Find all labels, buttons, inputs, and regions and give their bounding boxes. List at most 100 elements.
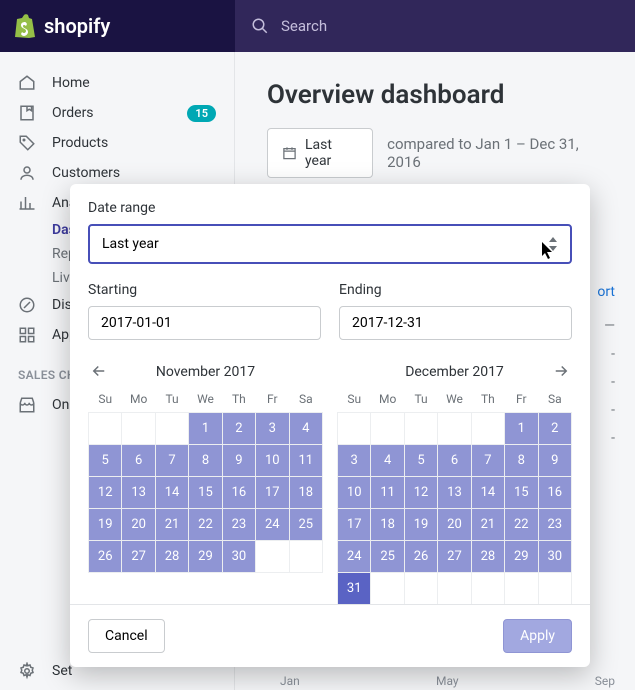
- calendar-day[interactable]: 7: [155, 445, 188, 477]
- nav-label: Customers: [52, 165, 120, 181]
- axis-tick: Sep: [595, 674, 615, 688]
- calendar-day[interactable]: 29: [505, 541, 538, 573]
- cancel-button[interactable]: Cancel: [88, 619, 165, 653]
- user-icon: [18, 164, 36, 182]
- calendar-day[interactable]: 19: [89, 509, 122, 541]
- calendar-day[interactable]: 9: [538, 445, 571, 477]
- date-range-label: Date range: [88, 200, 572, 216]
- calendar-day[interactable]: 20: [438, 509, 471, 541]
- sidebar-item-home[interactable]: Home: [0, 68, 234, 98]
- calendar-day[interactable]: 3: [256, 413, 289, 445]
- calendar-day[interactable]: 15: [505, 477, 538, 509]
- calendar-day[interactable]: 26: [89, 541, 122, 573]
- brand-text: shopify: [44, 14, 110, 38]
- calendar-day[interactable]: 21: [471, 509, 504, 541]
- calendar-day[interactable]: 30: [538, 541, 571, 573]
- calendar-day[interactable]: 17: [256, 477, 289, 509]
- calendar-left: November 2017 SuMoTuWeThFrSa123456789101…: [88, 358, 323, 604]
- search-input[interactable]: Search: [235, 0, 635, 52]
- calendar-day[interactable]: 2: [222, 413, 255, 445]
- gear-icon: [18, 662, 36, 680]
- calendar-day[interactable]: 22: [505, 509, 538, 541]
- calendar-day[interactable]: 28: [155, 541, 188, 573]
- nav-label: Home: [52, 75, 90, 91]
- calendar-day[interactable]: 12: [404, 477, 437, 509]
- calendar-day[interactable]: 10: [338, 477, 371, 509]
- calendar-day[interactable]: 24: [256, 509, 289, 541]
- search-placeholder: Search: [281, 17, 327, 35]
- prev-month-button[interactable]: [90, 362, 108, 384]
- calendar-day[interactable]: 15: [189, 477, 222, 509]
- calendar-day[interactable]: 11: [371, 477, 404, 509]
- view-report-link[interactable]: ort: [597, 284, 635, 300]
- calendar-day[interactable]: 5: [404, 445, 437, 477]
- calendar-day[interactable]: 9: [222, 445, 255, 477]
- calendar-day[interactable]: 20: [122, 509, 155, 541]
- calendar-day[interactable]: 16: [538, 477, 571, 509]
- calendar-day[interactable]: 25: [289, 509, 322, 541]
- calendar-title: November 2017: [156, 364, 255, 380]
- apply-button[interactable]: Apply: [503, 619, 572, 653]
- shopify-bag-icon: [14, 14, 36, 38]
- calendar-day[interactable]: 1: [505, 413, 538, 445]
- apps-icon: [18, 326, 36, 344]
- sidebar-item-products[interactable]: Products: [0, 128, 234, 158]
- compared-text: compared to Jan 1 – Dec 31, 2016: [387, 135, 603, 171]
- calendar-day[interactable]: 19: [404, 509, 437, 541]
- page-title: Overview dashboard: [267, 80, 603, 110]
- axis-tick: May: [436, 674, 459, 688]
- sidebar-item-settings[interactable]: Set: [18, 662, 72, 680]
- calendar-day[interactable]: 6: [122, 445, 155, 477]
- calendar-day[interactable]: 31: [338, 573, 371, 605]
- nav-label: Dis: [52, 297, 72, 313]
- next-month-button[interactable]: [552, 362, 570, 384]
- calendar-day[interactable]: 13: [122, 477, 155, 509]
- calendar-day[interactable]: 18: [371, 509, 404, 541]
- calendar-day[interactable]: 2: [538, 413, 571, 445]
- sidebar-item-orders[interactable]: Orders 15: [0, 98, 234, 128]
- calendar-day[interactable]: 27: [438, 541, 471, 573]
- calendar-day[interactable]: 1: [189, 413, 222, 445]
- calendar-day[interactable]: 14: [155, 477, 188, 509]
- calendar-day[interactable]: 22: [189, 509, 222, 541]
- calendar-day[interactable]: 23: [538, 509, 571, 541]
- calendar-day[interactable]: 30: [222, 541, 255, 573]
- date-range-select[interactable]: Last year: [88, 224, 572, 264]
- calendar-day[interactable]: 4: [289, 413, 322, 445]
- date-range-button[interactable]: Last year: [267, 128, 373, 178]
- arrow-left-icon: [90, 362, 108, 380]
- calendar-day[interactable]: 14: [471, 477, 504, 509]
- calendar-day[interactable]: 6: [438, 445, 471, 477]
- calendar-day[interactable]: 13: [438, 477, 471, 509]
- calendar-day[interactable]: 10: [256, 445, 289, 477]
- calendar-day[interactable]: 29: [189, 541, 222, 573]
- calendar-grid[interactable]: SuMoTuWeThFrSa12345678910111213141516171…: [337, 386, 572, 604]
- top-bar: shopify Search: [0, 0, 635, 52]
- calendar-day[interactable]: 23: [222, 509, 255, 541]
- calendar-day[interactable]: 7: [471, 445, 504, 477]
- calendar-day[interactable]: 16: [222, 477, 255, 509]
- calendar-day[interactable]: 27: [122, 541, 155, 573]
- calendar-day[interactable]: 17: [338, 509, 371, 541]
- calendar-day[interactable]: 8: [189, 445, 222, 477]
- calendar-day[interactable]: 3: [338, 445, 371, 477]
- calendar-day[interactable]: 26: [404, 541, 437, 573]
- search-icon: [251, 17, 269, 35]
- cursor-icon: [542, 242, 556, 260]
- calendar-day[interactable]: 12: [89, 477, 122, 509]
- calendar-day[interactable]: 4: [371, 445, 404, 477]
- range-button-label: Last year: [305, 137, 358, 169]
- calendar-day[interactable]: 18: [289, 477, 322, 509]
- calendar-day[interactable]: 11: [289, 445, 322, 477]
- calendar-day[interactable]: 28: [471, 541, 504, 573]
- start-date-input[interactable]: [88, 306, 321, 340]
- calendar-day[interactable]: 5: [89, 445, 122, 477]
- calendar-day[interactable]: 25: [371, 541, 404, 573]
- store-icon: [18, 396, 36, 414]
- brand-logo[interactable]: shopify: [0, 14, 235, 38]
- calendar-day[interactable]: 24: [338, 541, 371, 573]
- calendar-grid[interactable]: SuMoTuWeThFrSa12345678910111213141516171…: [88, 386, 323, 573]
- calendar-day[interactable]: 8: [505, 445, 538, 477]
- calendar-day[interactable]: 21: [155, 509, 188, 541]
- end-date-input[interactable]: [339, 306, 572, 340]
